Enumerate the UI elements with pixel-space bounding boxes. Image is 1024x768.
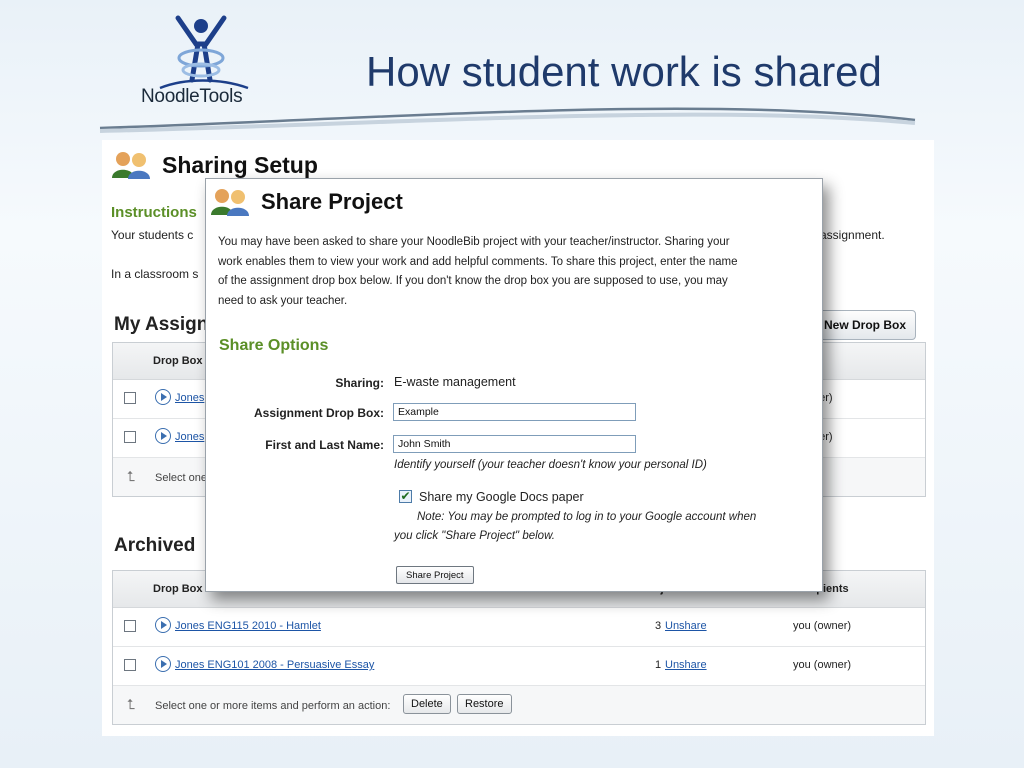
slide-title: How student work is shared: [366, 48, 882, 95]
people-icon: [112, 152, 150, 179]
restore-button[interactable]: Restore: [457, 694, 512, 714]
name-label: First and Last Name:: [265, 438, 384, 452]
row-checkbox[interactable]: [124, 620, 136, 632]
google-docs-checkbox[interactable]: ✔: [399, 490, 412, 503]
table-footer: ⮤ Select one or more items and perform a…: [113, 686, 925, 724]
people-icon: [211, 189, 249, 216]
unshare-link[interactable]: Unshare: [665, 659, 707, 671]
intro-line: You may have been asked to share your No…: [218, 236, 730, 248]
assignment-dropbox-input[interactable]: [393, 403, 636, 421]
dialog-title: Share Project: [209, 187, 403, 217]
expand-play-icon[interactable]: [155, 617, 171, 633]
share-project-dialog: Share Project You may have been asked to…: [205, 178, 823, 592]
name-hint: Identify yourself (your teacher doesn't …: [394, 459, 707, 471]
instructions-heading: Instructions: [111, 204, 197, 221]
google-docs-label: Share my Google Docs paper: [419, 490, 584, 504]
row-checkbox[interactable]: [124, 431, 136, 443]
shared-count: 3: [655, 620, 662, 632]
google-note-line-1: Note: You may be prompted to log in to y…: [417, 511, 757, 523]
expand-play-icon[interactable]: [155, 656, 171, 672]
intro-line: need to ask your teacher.: [218, 294, 348, 307]
footer-text: Select one: [155, 472, 207, 484]
first-last-name-input[interactable]: [393, 435, 636, 453]
recipients-cell: you (owner): [793, 659, 852, 671]
col-dropbox-header: Drop Box: [153, 355, 203, 367]
shared-count: 1: [655, 659, 662, 671]
instructions-text-1-tail: assignment.: [820, 228, 885, 242]
new-drop-box-button[interactable]: New Drop Box: [814, 310, 917, 340]
sharing-label: Sharing:: [335, 376, 384, 390]
col-dropbox-header: Drop Box: [153, 583, 203, 595]
recipients-cell: you (owner): [793, 620, 852, 632]
table-row: Jones ENG115 2010 - Hamlet 3 Unshare you…: [113, 608, 925, 647]
page-title: Sharing Setup: [110, 150, 318, 180]
dropbox-link[interactable]: Jones: [175, 392, 204, 404]
page-title-text: Sharing Setup: [162, 151, 318, 178]
archived-table: Drop Box # Projects shared Recipients Jo…: [112, 570, 926, 725]
dropbox-link[interactable]: Jones: [175, 431, 204, 443]
my-assignments-heading: My Assign: [114, 314, 209, 335]
sharing-value: E-waste management: [394, 375, 516, 389]
select-arrow-icon: ⮤: [127, 696, 136, 712]
delete-button[interactable]: Delete: [403, 694, 451, 714]
expand-play-icon[interactable]: [155, 428, 171, 444]
instructions-text-1: Your students c: [111, 228, 194, 242]
dropbox-link[interactable]: Jones ENG115 2010 - Hamlet: [175, 620, 321, 632]
expand-play-icon[interactable]: [155, 389, 171, 405]
table-row: Jones ENG101 2008 - Persuasive Essay 1 U…: [113, 647, 925, 686]
dropbox-label: Assignment Drop Box:: [253, 406, 384, 420]
instructions-text-2: In a classroom s: [111, 267, 199, 281]
row-checkbox[interactable]: [124, 392, 136, 404]
intro-line: of the assignment drop box below. If you…: [218, 275, 728, 287]
intro-line: work enables them to view your work and …: [218, 255, 738, 268]
share-project-button[interactable]: Share Project: [396, 566, 474, 584]
row-checkbox[interactable]: [124, 659, 136, 671]
dialog-intro: You may have been asked to share your No…: [218, 233, 816, 311]
dialog-title-text: Share Project: [261, 189, 403, 214]
footer-text: Select one or more items and perform an …: [155, 700, 391, 712]
logo-wordmark: NoodleTools: [141, 86, 243, 107]
archived-heading: Archived: [114, 535, 196, 556]
select-arrow-icon: ⮤: [127, 468, 136, 484]
unshare-link[interactable]: Unshare: [665, 620, 707, 632]
dropbox-link[interactable]: Jones ENG101 2008 - Persuasive Essay: [175, 659, 374, 671]
google-note-line-2: you click "Share Project" below.: [394, 530, 555, 542]
share-options-heading: Share Options: [219, 337, 329, 354]
